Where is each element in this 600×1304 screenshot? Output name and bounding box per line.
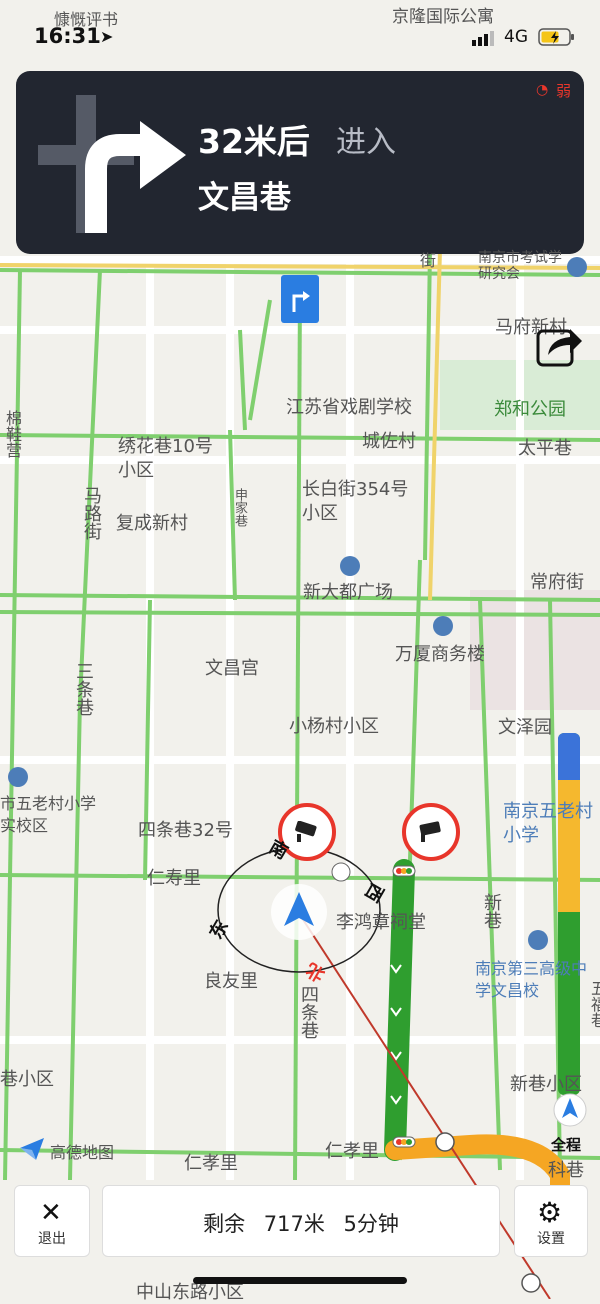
battery-charging-icon (538, 27, 576, 51)
map-label: 江苏省戏剧学校 (286, 397, 412, 418)
map-label: 慷慨评书 (54, 10, 119, 29)
map-label: 城佐村 (362, 431, 416, 452)
remaining-info-panel[interactable]: 剩余 717米 5分钟 (102, 1185, 500, 1257)
gps-signal-label: 弱 (556, 82, 572, 100)
map-label: 文昌宫 (205, 658, 259, 679)
map-label: 新巷 (481, 893, 502, 929)
settings-button[interactable]: ⚙ 设置 (514, 1185, 588, 1257)
speed-camera-marker[interactable] (402, 803, 460, 861)
map-label: 街 (417, 252, 436, 268)
turn-marker (281, 275, 319, 323)
map-label: 南京第三高级中学文昌校 (475, 959, 588, 1000)
amap-logo-icon (18, 1136, 48, 1166)
map-label: 长白街354号小区 (302, 479, 409, 524)
map-label: 京隆国际公寓 (392, 7, 494, 27)
exit-label: 退出 (38, 1231, 66, 1247)
map-label: 仁孝里 (184, 1153, 238, 1174)
remain-label: 剩余 (203, 1212, 246, 1236)
map-label: 小杨村小区 (289, 716, 379, 737)
turn-right-icon (36, 91, 196, 240)
map-label: 四条巷32号 (138, 820, 233, 841)
map-label: 李鸿章祠堂 (336, 912, 426, 933)
map-label: 复成新村 (116, 513, 188, 534)
map-logo-text: 高德地图 (50, 1143, 115, 1162)
turn-distance: 32米后 (198, 122, 310, 161)
map-label: 郑和公园 (494, 399, 566, 420)
map-label: 太平巷 (518, 438, 572, 459)
exit-button[interactable]: ✕ 退出 (14, 1185, 90, 1257)
camera-icon (292, 820, 322, 842)
map-label: 申家巷 (232, 488, 247, 527)
map-label: 五福巷 (588, 980, 600, 1028)
building-block (470, 590, 600, 710)
gps-signal-icon: ◔ (536, 82, 549, 98)
map-label: 常府街 (530, 572, 584, 593)
map-label: 仁寿里 (147, 868, 201, 889)
camera-icon (416, 821, 446, 842)
share-button[interactable] (536, 321, 584, 369)
map-label: 南京五老村小学 (503, 801, 593, 846)
map-label: 新大都广场 (303, 582, 393, 603)
share-icon (536, 329, 584, 373)
signal-bars-icon (472, 30, 496, 46)
remain-distance: 717米 (263, 1212, 325, 1236)
map-label: 南京市考试学研究会 (478, 250, 562, 282)
map-label: 科巷 (548, 1160, 584, 1181)
next-road-name: 文昌巷 (198, 180, 291, 216)
remain-time: 5分钟 (343, 1212, 399, 1236)
map-label: 文泽园 (498, 717, 552, 738)
map-label: 仁孝里 (325, 1141, 379, 1162)
map-label: 万厦商务楼 (395, 644, 485, 665)
home-indicator[interactable] (193, 1277, 407, 1284)
remaining-info: 剩余 717米 5分钟 (103, 1208, 499, 1238)
gear-icon: ⚙ (537, 1196, 563, 1229)
map-label: 新巷小区 (510, 1074, 582, 1095)
progress-bar-label: 全程 (551, 1136, 582, 1154)
map-label: 良友里 (204, 971, 258, 992)
network-type: 4G (504, 27, 528, 47)
map-label: 棉鞋营 (3, 410, 22, 458)
map-label: 绣花巷10号小区 (118, 436, 213, 481)
map-label: 巷小区 (0, 1069, 54, 1090)
map-label: 马路街 (81, 486, 102, 540)
close-icon: ✕ (40, 1198, 62, 1228)
map-label: 市五老村小学实校区 (0, 794, 97, 835)
turn-action: 进入 (336, 125, 396, 160)
settings-label: 设置 (537, 1231, 565, 1247)
map-label: 四条巷 (298, 985, 319, 1039)
map-label: 三条巷 (73, 662, 94, 716)
